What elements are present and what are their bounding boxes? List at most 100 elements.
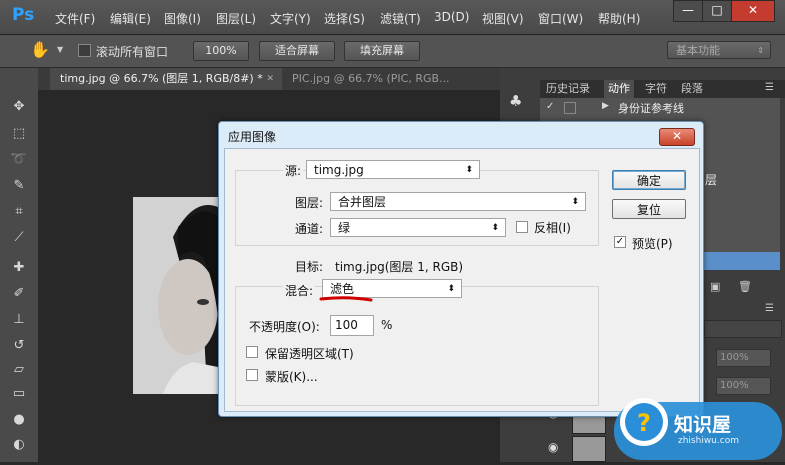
watermark-text: 知识屋 bbox=[674, 414, 732, 436]
healing-brush-tool-icon[interactable]: ✚ bbox=[10, 259, 28, 277]
gradient-tool-icon[interactable]: ▭ bbox=[10, 385, 28, 403]
channel-select[interactable]: 绿 ⬍ bbox=[330, 218, 506, 237]
menu-layer[interactable]: 图层(L) bbox=[216, 10, 256, 27]
dialog-toggle-icon[interactable] bbox=[564, 102, 576, 114]
marquee-tool-icon[interactable]: ⬚ bbox=[10, 125, 28, 143]
dialog-title: 应用图像 bbox=[228, 130, 277, 144]
opacity-input[interactable]: 100 bbox=[330, 315, 374, 336]
move-tool-icon[interactable]: ✥ bbox=[10, 98, 28, 116]
menu-3d[interactable]: 3D(D) bbox=[434, 10, 469, 24]
tab-character[interactable]: 字符 bbox=[645, 80, 667, 98]
tool-preset-dropdown-icon[interactable]: ▼ bbox=[57, 45, 63, 54]
layer-value: 合并图层 bbox=[338, 195, 387, 209]
invert-label: 反相(I) bbox=[534, 221, 571, 235]
invert-checkbox[interactable] bbox=[516, 221, 528, 233]
close-window-button[interactable]: ✕ bbox=[731, 0, 775, 22]
photo-image bbox=[133, 197, 218, 394]
history-brush-tool-icon[interactable]: ↺ bbox=[10, 337, 28, 355]
target-value: timg.jpg(图层 1, RGB) bbox=[335, 260, 464, 274]
layers-filter-row[interactable] bbox=[704, 320, 782, 338]
panel-menu-icon[interactable]: ☰ bbox=[765, 82, 774, 93]
source-label: 源: bbox=[283, 162, 304, 179]
action-row[interactable]: ✓ ▶ 身份证参考线 bbox=[540, 98, 780, 119]
chevron-updown-icon: ⬍ bbox=[571, 197, 579, 207]
menu-help[interactable]: 帮助(H) bbox=[598, 10, 640, 27]
preserve-transparency-checkbox[interactable] bbox=[246, 346, 258, 358]
menu-filter[interactable]: 滤镜(T) bbox=[380, 10, 421, 27]
layer-label: 图层: bbox=[295, 196, 324, 210]
preview-label: 预览(P) bbox=[632, 237, 673, 251]
opacity-unit: % bbox=[381, 318, 393, 332]
chevron-updown-icon: ⬍ bbox=[491, 223, 499, 233]
red-underline-annotation bbox=[319, 296, 373, 302]
brush-tool-icon[interactable]: ✐ bbox=[10, 285, 28, 303]
workspace-label: 基本功能 bbox=[676, 44, 720, 57]
eyedropper-tool-icon[interactable]: ⟋ bbox=[10, 229, 28, 247]
menu-image[interactable]: 图像(I) bbox=[164, 10, 201, 27]
panel-menu-icon[interactable]: ☰ bbox=[765, 303, 774, 314]
check-icon[interactable]: ✓ bbox=[546, 101, 554, 112]
menu-edit[interactable]: 编辑(E) bbox=[110, 10, 151, 27]
tab-pic[interactable]: PIC.jpg @ 66.7% (PIC, RGB... bbox=[282, 68, 452, 90]
scroll-all-windows-label: 滚动所有窗口 bbox=[96, 45, 169, 59]
layer-select[interactable]: 合并图层 ⬍ bbox=[330, 192, 586, 211]
hand-tool-icon[interactable]: ✋ bbox=[30, 40, 50, 59]
tab-close-icon[interactable]: ✕ bbox=[266, 68, 274, 90]
chevron-updown-icon: ⇕ bbox=[757, 46, 764, 55]
mask-label: 蒙版(K)... bbox=[265, 370, 318, 384]
ok-button[interactable]: 确定 bbox=[612, 170, 686, 190]
source-value: timg.jpg bbox=[314, 163, 364, 177]
fit-screen-button[interactable]: 适合屏幕 bbox=[259, 41, 335, 61]
action-label: 身份证参考线 bbox=[618, 102, 684, 115]
crop-tool-icon[interactable]: ⌗ bbox=[10, 203, 28, 221]
channel-label: 通道: bbox=[295, 222, 324, 236]
blend-label: 混合: bbox=[283, 282, 316, 299]
delete-icon[interactable]: 🗑 bbox=[738, 280, 752, 293]
actions-panel-icon[interactable]: ♣ bbox=[509, 92, 522, 110]
expand-triangle-icon[interactable]: ▶ bbox=[602, 101, 609, 111]
maximize-button[interactable]: □ bbox=[702, 0, 732, 22]
fill-screen-button[interactable]: 填充屏幕 bbox=[344, 41, 420, 61]
clone-stamp-tool-icon[interactable]: ⊥ bbox=[10, 311, 28, 329]
watermark-url: zhishiwu.com bbox=[678, 436, 739, 446]
dodge-tool-icon[interactable]: ◐ bbox=[10, 436, 28, 454]
tab-timg-label: timg.jpg @ 66.7% (图层 1, RGB/8#) * bbox=[60, 72, 263, 85]
new-action-icon[interactable]: ▣ bbox=[710, 280, 720, 293]
blur-tool-icon[interactable]: ● bbox=[10, 411, 28, 429]
watermark-logo: ? 知识屋 zhishiwu.com bbox=[612, 384, 785, 462]
menu-window[interactable]: 窗口(W) bbox=[538, 10, 583, 27]
eye-icon[interactable]: ◉ bbox=[548, 440, 558, 454]
chevron-updown-icon: ⬍ bbox=[465, 165, 473, 175]
menu-view[interactable]: 视图(V) bbox=[482, 10, 524, 27]
opacity-label: 不透明度(O): bbox=[249, 320, 320, 334]
preserve-transparency-label: 保留透明区域(T) bbox=[265, 347, 354, 361]
mask-checkbox[interactable] bbox=[246, 369, 258, 381]
zoom-100-button[interactable]: 100% bbox=[193, 41, 249, 61]
minimize-button[interactable]: — bbox=[673, 0, 703, 22]
svg-text:?: ? bbox=[637, 409, 651, 437]
reset-button[interactable]: 复位 bbox=[612, 199, 686, 219]
tab-actions[interactable]: 动作 bbox=[604, 80, 634, 98]
chevron-updown-icon: ⬍ bbox=[447, 284, 455, 294]
lasso-tool-icon[interactable]: ➰ bbox=[10, 151, 28, 169]
action-row-selected[interactable] bbox=[702, 252, 780, 270]
menu-type[interactable]: 文字(Y) bbox=[270, 10, 311, 27]
menu-file[interactable]: 文件(F) bbox=[55, 10, 95, 27]
tab-timg[interactable]: timg.jpg @ 66.7% (图层 1, RGB/8#) * ✕ bbox=[50, 68, 282, 90]
scroll-all-windows-checkbox[interactable] bbox=[78, 44, 91, 57]
source-select[interactable]: timg.jpg ⬍ bbox=[306, 160, 480, 179]
target-label: 目标: bbox=[295, 260, 324, 274]
workspace-switcher[interactable]: 基本功能 ⇕ bbox=[667, 41, 771, 59]
eraser-tool-icon[interactable]: ▱ bbox=[10, 361, 28, 379]
quick-select-tool-icon[interactable]: ✎ bbox=[10, 177, 28, 195]
menu-select[interactable]: 选择(S) bbox=[324, 10, 365, 27]
channel-value: 绿 bbox=[338, 221, 351, 235]
layer-thumbnail[interactable] bbox=[572, 436, 606, 462]
tab-paragraph[interactable]: 段落 bbox=[681, 80, 703, 98]
tab-history[interactable]: 历史记录 bbox=[546, 80, 590, 98]
preview-checkbox[interactable]: ✓ bbox=[614, 236, 626, 248]
app-logo: Ps bbox=[12, 5, 35, 25]
panel-text-fragment: 层 bbox=[705, 173, 718, 187]
layer-opacity-field[interactable]: 100% bbox=[716, 349, 771, 367]
dialog-close-button[interactable]: ✕ bbox=[659, 128, 695, 146]
